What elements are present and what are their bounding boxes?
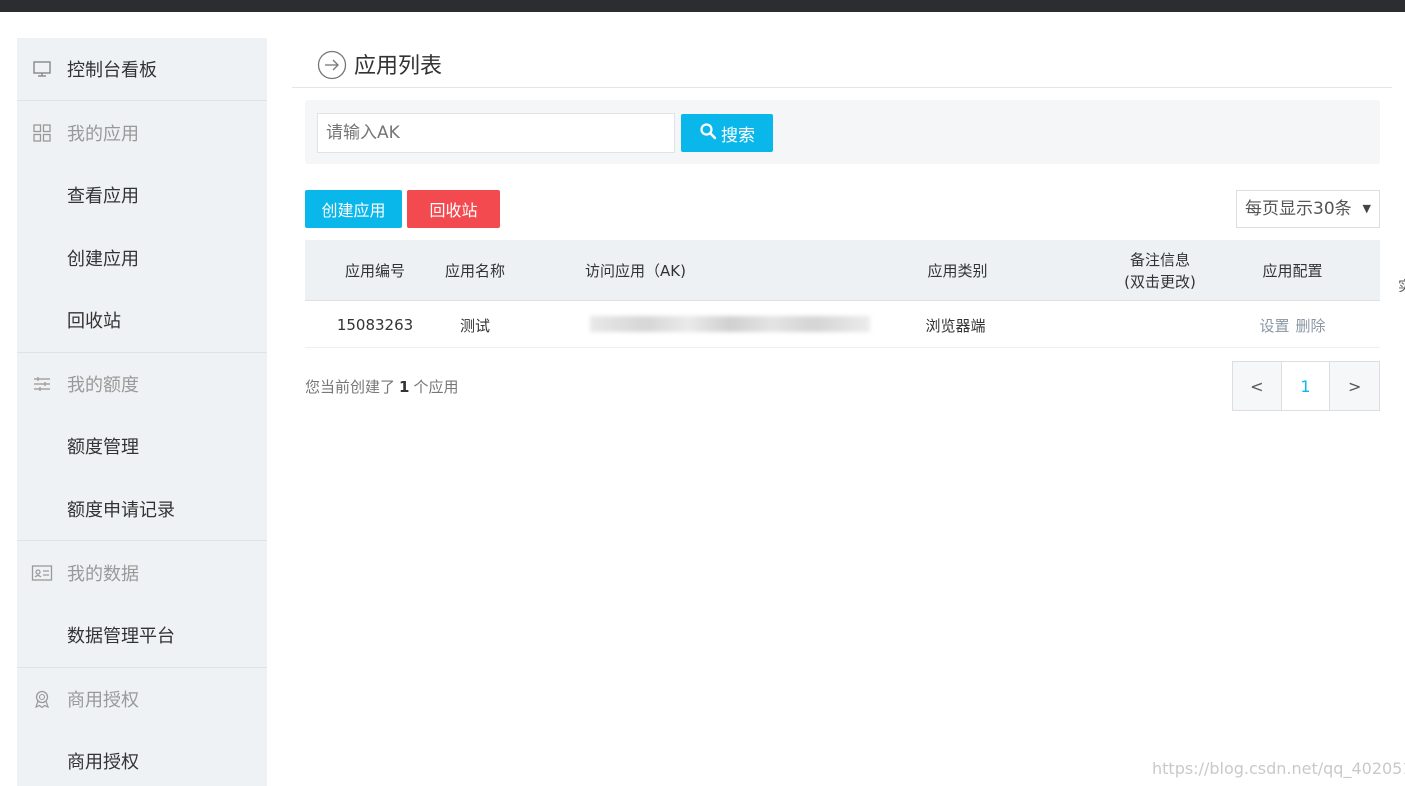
sidebar-item-label: 查看应用 (67, 186, 139, 207)
monitor-icon (31, 58, 53, 80)
settings-link[interactable]: 设置 (1259, 315, 1289, 336)
summary-count: 1 (399, 378, 410, 396)
column-header-config: 应用配置 (1262, 261, 1323, 280)
column-header-note: 备注信息 (双击更改) (1105, 240, 1215, 301)
column-header-note-line2: (双击更改) (1124, 272, 1196, 291)
sidebar-group-my-data[interactable]: 我的数据 (17, 542, 267, 604)
id-card-icon (31, 562, 53, 584)
grid-icon (31, 122, 53, 144)
clipped-text: 实 (1398, 276, 1405, 296)
cell-ak-redacted (590, 316, 870, 332)
cell-type: 浏览器端 (925, 316, 986, 335)
delete-link[interactable]: 删除 (1296, 315, 1326, 336)
table-header: 应用编号 应用名称 访问应用（AK) 应用类别 备注信息 (双击更改) 应用配置 (305, 240, 1380, 301)
ak-search-input[interactable] (317, 113, 675, 153)
prev-page-button[interactable]: < (1233, 362, 1282, 410)
column-header-ak: 访问应用（AK) (585, 261, 686, 280)
pagination: < 1 > (1232, 361, 1380, 411)
search-panel: 搜索 (305, 100, 1380, 164)
page-size-select[interactable]: 每页显示30条 ▼ (1236, 190, 1380, 228)
award-icon (31, 688, 53, 710)
sidebar-item-dashboard[interactable]: 控制台看板 (17, 38, 267, 100)
sidebar-item-label: 商用授权 (67, 690, 139, 711)
summary-suffix: 个应用 (413, 378, 459, 396)
create-app-button[interactable]: 创建应用 (305, 190, 402, 228)
sidebar-item-label: 额度申请记录 (67, 500, 175, 521)
column-header-type: 应用类别 (927, 261, 988, 280)
caret-down-icon: ▼ (1362, 202, 1371, 215)
sidebar-group-my-apps[interactable]: 我的应用 (17, 102, 267, 164)
cell-actions: 设置 删除 (1230, 302, 1355, 348)
sidebar-item-view-apps[interactable]: 查看应用 (17, 164, 267, 226)
table-row[interactable]: 15083263 测试 浏览器端 设置 删除 (305, 302, 1380, 348)
column-header-name: 应用名称 (444, 261, 505, 280)
circle-arrow-right-icon (317, 50, 347, 80)
sidebar-item-label: 额度管理 (67, 437, 139, 458)
page-title: 应用列表 (354, 54, 443, 79)
sidebar-item-label: 我的应用 (67, 124, 139, 145)
sidebar-group-commercial[interactable]: 商用授权 (17, 668, 267, 730)
sliders-icon (31, 373, 53, 395)
search-button-label: 搜索 (721, 125, 755, 146)
search-icon (699, 122, 717, 145)
sidebar-item-label: 创建应用 (67, 249, 139, 270)
sidebar-item-label: 我的额度 (67, 375, 139, 396)
sidebar-item-label: 回收站 (67, 311, 121, 332)
recycle-bin-button[interactable]: 回收站 (407, 190, 500, 228)
sidebar-item-create-app[interactable]: 创建应用 (17, 227, 267, 289)
sidebar-item-label: 我的数据 (67, 564, 139, 585)
column-header-note-line1: 备注信息 (1129, 250, 1190, 269)
top-bar (0, 0, 1405, 12)
sidebar-item-quota-records[interactable]: 额度申请记录 (17, 478, 267, 540)
app-count-summary: 您当前创建了 1 个应用 (305, 376, 458, 397)
sidebar-group-my-quota[interactable]: 我的额度 (17, 353, 267, 415)
sidebar-item-label: 控制台看板 (67, 60, 157, 81)
sidebar-item-recycle-bin[interactable]: 回收站 (17, 289, 267, 351)
sidebar-item-data-platform[interactable]: 数据管理平台 (17, 604, 267, 666)
cell-id: 15083263 (336, 316, 414, 334)
page-size-value: 每页显示30条 (1245, 199, 1352, 219)
sidebar-divider (17, 100, 267, 101)
summary-prefix: 您当前创建了 (305, 378, 396, 396)
next-page-button[interactable]: > (1330, 362, 1379, 410)
sidebar-item-label: 数据管理平台 (67, 626, 175, 647)
sidebar-divider (17, 540, 267, 541)
sidebar-item-quota-manage[interactable]: 额度管理 (17, 415, 267, 477)
sidebar-item-label: 商用授权 (67, 752, 139, 773)
sidebar: 控制台看板 我的应用 查看应用 创建应用 回收站 我的额度 额度管理 额度申请记… (17, 38, 267, 786)
cell-note[interactable] (1105, 302, 1215, 348)
sidebar-item-commercial-license[interactable]: 商用授权 (17, 730, 267, 786)
column-header-id: 应用编号 (344, 261, 405, 280)
page-1-button[interactable]: 1 (1281, 362, 1331, 410)
cell-name: 测试 (459, 316, 490, 335)
search-button[interactable]: 搜索 (681, 114, 773, 152)
watermark: https://blog.csdn.net/qq_40205116 (1152, 759, 1405, 778)
page-header: 应用列表 (292, 40, 1392, 88)
